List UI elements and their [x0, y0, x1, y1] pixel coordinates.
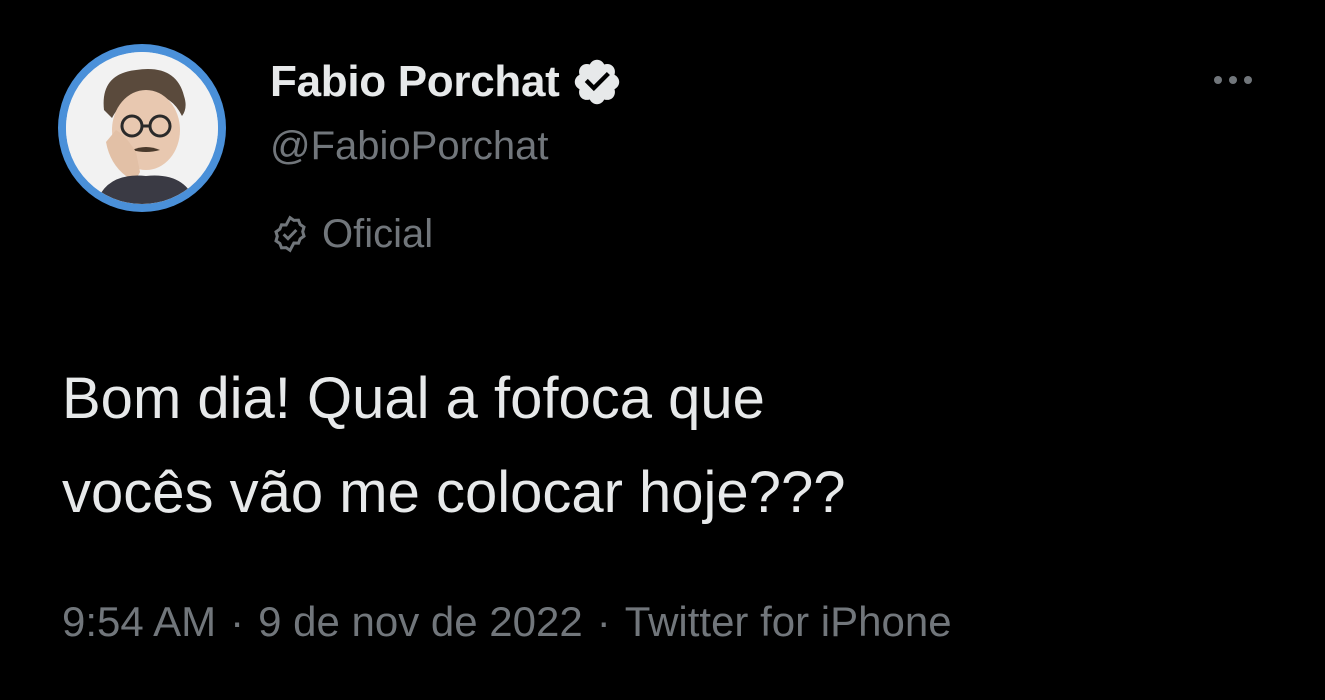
avatar-image	[66, 52, 218, 204]
more-options-icon-dot	[1244, 76, 1252, 84]
avatar[interactable]	[58, 44, 226, 212]
author-handle[interactable]: @FabioPorchat	[270, 124, 549, 169]
verified-badge-icon[interactable]	[571, 56, 623, 108]
author-display-name[interactable]: Fabio Porchat	[270, 57, 560, 107]
tweet-meta: 9:54 AM · 9 de nov de 2022 · Twitter for…	[62, 598, 952, 646]
tweet-card: Fabio Porchat @FabioPorchat Oficial Bom …	[0, 0, 1325, 700]
more-options-icon-dot	[1229, 76, 1237, 84]
official-label-row: Oficial	[270, 208, 433, 260]
meta-separator: ·	[596, 598, 611, 645]
official-badge-icon	[274, 215, 306, 253]
official-label: Oficial	[322, 211, 434, 256]
tweet-text: Bom dia! Qual a fofoca que vocês vão me …	[62, 366, 846, 525]
author-name-row: Fabio Porchat	[270, 54, 623, 110]
more-options-icon	[1214, 76, 1222, 84]
meta-separator: ·	[230, 598, 245, 645]
tweet-source[interactable]: Twitter for iPhone	[625, 598, 952, 646]
more-options-button[interactable]	[1203, 60, 1263, 100]
tweet-time[interactable]: 9:54 AM	[62, 598, 216, 646]
tweet-date[interactable]: 9 de nov de 2022	[258, 598, 583, 646]
